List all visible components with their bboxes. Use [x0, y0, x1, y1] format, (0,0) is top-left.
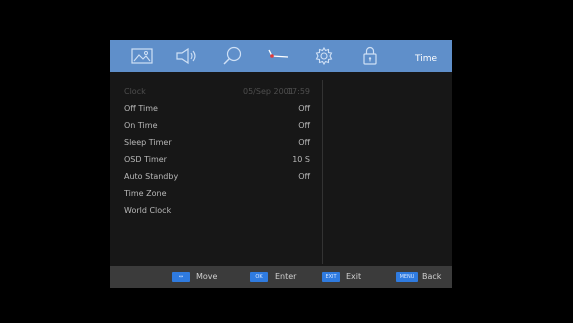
clock-hands-icon: [268, 49, 289, 58]
panel-divider: [322, 80, 323, 264]
tab-time[interactable]: [258, 40, 298, 72]
picture-icon: [131, 48, 153, 64]
clock-time: 17:59: [286, 87, 310, 96]
lock-icon: [363, 46, 377, 65]
back-hint-label: Back: [422, 272, 442, 281]
speaker-icon: [176, 47, 196, 65]
menu-item-value: Off: [298, 104, 310, 113]
menu-item-label: Off Time: [124, 104, 158, 113]
menu-item-auto-standby[interactable]: Auto Standby Off: [124, 169, 310, 185]
exit-key-icon: EXIT: [322, 272, 340, 282]
menu-item-on-time[interactable]: On Time Off: [124, 118, 310, 134]
enter-hint-label: Enter: [275, 272, 297, 281]
menu-item-world-clock[interactable]: World Clock: [124, 203, 310, 219]
active-tab-label: Time: [415, 54, 438, 64]
menu-item-time-zone[interactable]: Time Zone: [124, 186, 310, 202]
menu-item-label: On Time: [124, 121, 158, 130]
ok-key-icon: OK: [250, 272, 268, 282]
move-key-icon: ↔: [172, 272, 190, 282]
menu-item-label: Time Zone: [124, 189, 167, 198]
menu-item-sleep-timer[interactable]: Sleep Timer Off: [124, 135, 310, 151]
menu-key-icon: MENU: [396, 272, 418, 282]
move-hint-label: Move: [196, 272, 218, 281]
tab-setup[interactable]: [304, 40, 344, 72]
tab-bar: Time: [110, 40, 452, 72]
osd-menu: Time Clock 05/Sep 2001 17:59 Off Time Of…: [110, 40, 452, 288]
menu-item-label: Clock: [124, 87, 146, 96]
menu-item-label: OSD Timer: [124, 155, 167, 164]
menu-item-value: Off: [298, 172, 310, 181]
menu-item-off-time[interactable]: Off Time Off: [124, 101, 310, 117]
settings-panel: Clock 05/Sep 2001 17:59 Off Time Off On …: [110, 72, 452, 266]
menu-item-label: World Clock: [124, 206, 172, 215]
footer-hint-bar: ↔ Move OK Enter EXIT Exit MENU Back: [110, 266, 452, 288]
tab-picture[interactable]: [122, 40, 162, 72]
menu-item-value: 10 S: [292, 155, 310, 164]
menu-item-value: Off: [298, 121, 310, 130]
exit-hint-label: Exit: [346, 272, 362, 281]
tab-sound[interactable]: [166, 40, 206, 72]
menu-item-label: Sleep Timer: [124, 138, 172, 147]
tab-search[interactable]: [212, 40, 252, 72]
menu-item-osd-timer[interactable]: OSD Timer 10 S: [124, 152, 310, 168]
search-icon: [223, 46, 242, 65]
menu-item-value: Off: [298, 138, 310, 147]
menu-item-label: Auto Standby: [124, 172, 179, 181]
menu-item-clock: Clock 05/Sep 2001 17:59: [124, 84, 310, 100]
gear-icon: [315, 46, 333, 66]
tab-lock[interactable]: [350, 40, 390, 72]
